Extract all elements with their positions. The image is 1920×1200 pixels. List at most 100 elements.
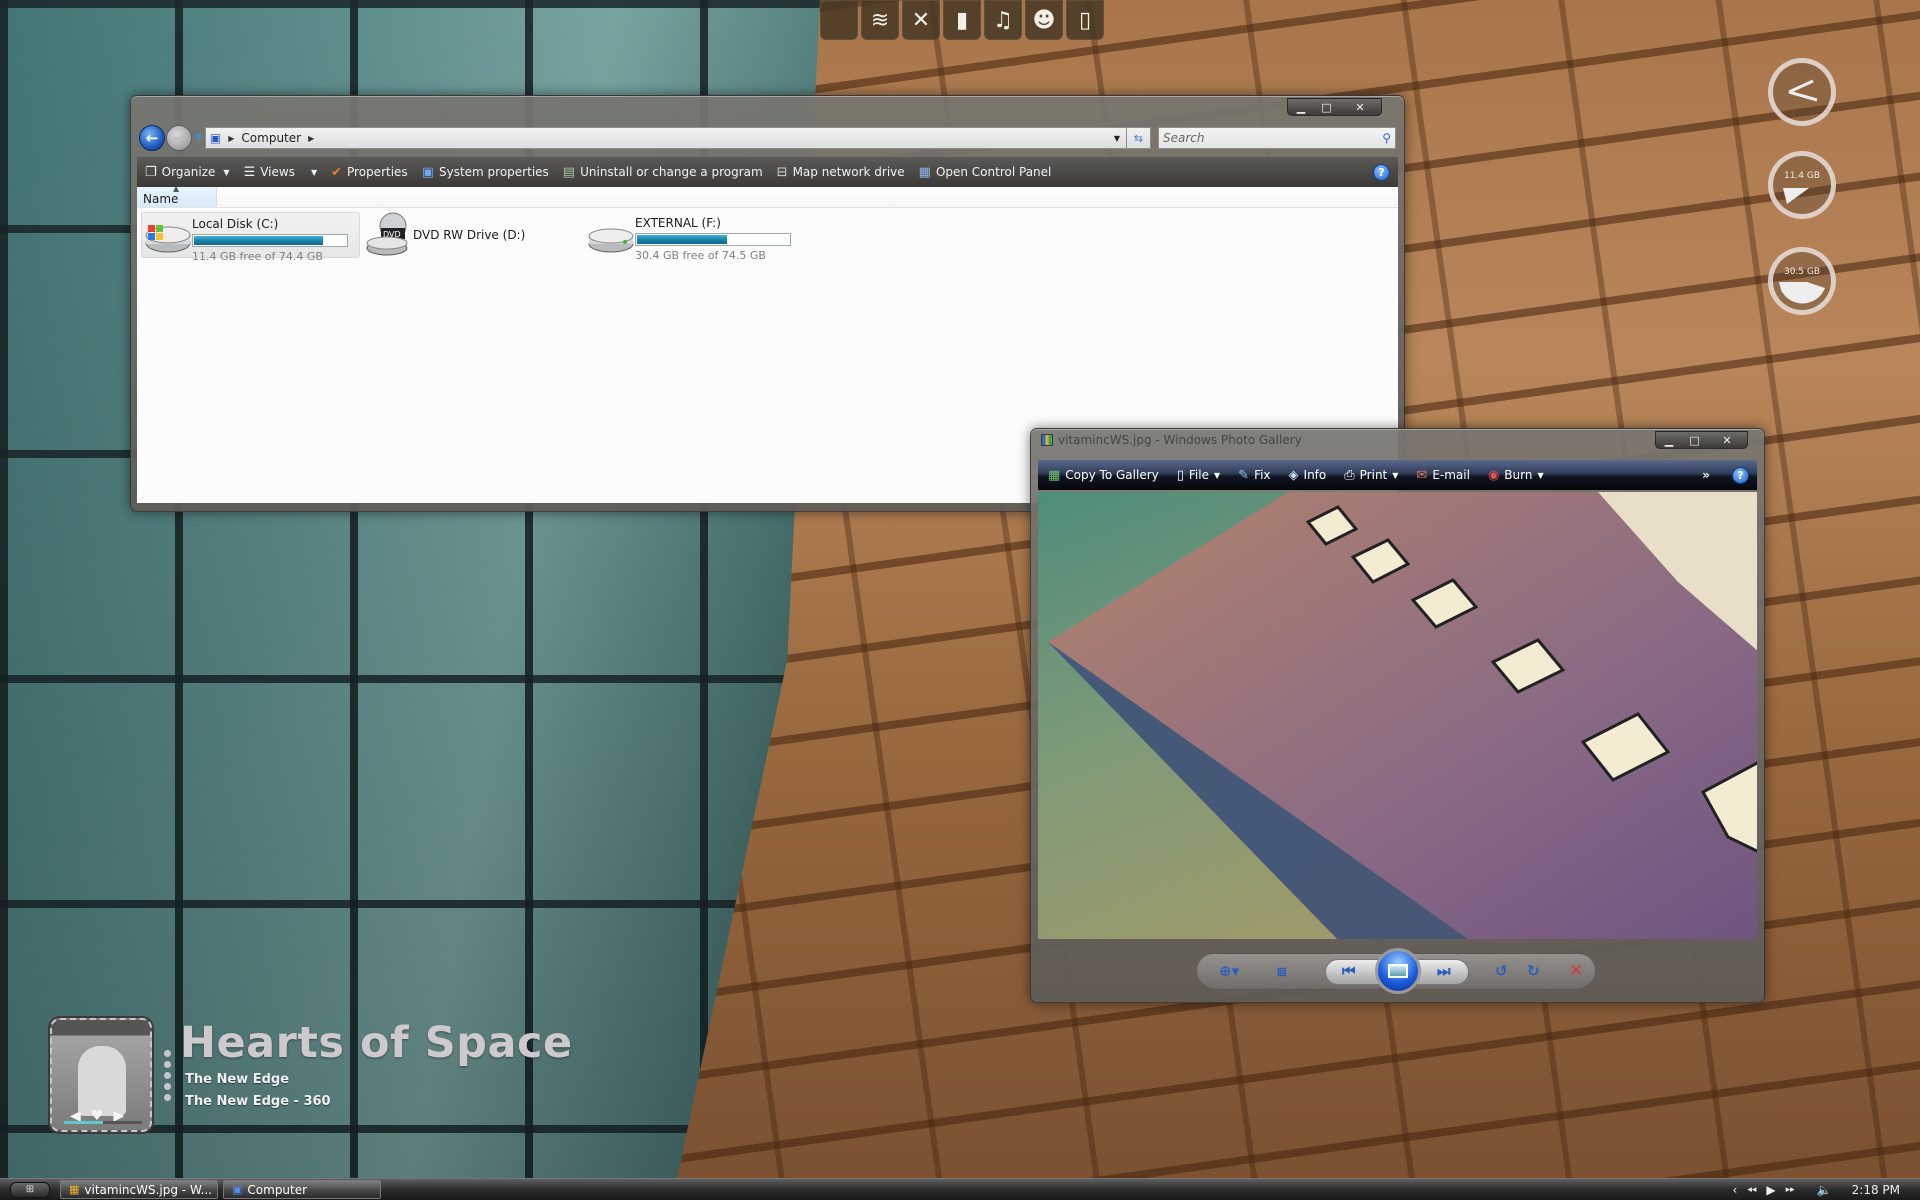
photo-gallery-icon: ▦: [69, 1183, 80, 1196]
map-network-drive-button[interactable]: ⊟ Map network drive: [777, 165, 905, 180]
search-placeholder: Search: [1163, 131, 1205, 145]
properties-button[interactable]: ✔ Properties: [331, 165, 408, 180]
command-bar: ❐ Organize ▼ ☰ Views ▼ ✔ Properties ▣ System p…: [137, 157, 1398, 187]
drive-item-c[interactable]: Local Disk (C:) 11.4 GB free of 74.4 GB: [141, 212, 360, 263]
disk-c-gadget[interactable]: 11.4 GB: [1768, 151, 1836, 219]
address-row: ← → ▼ ▣ ▶ Computer ▶ ▼ ⇆ Search ⚲: [139, 125, 1396, 151]
system-tray: ‹ ◂◂ ▶ ▸▸ 🔈 2:18 PM: [1733, 1183, 1900, 1197]
track-title: Hearts of Space: [180, 1018, 573, 1068]
maximize-button[interactable]: □: [1314, 99, 1339, 115]
chevron-down-icon: ▼: [310, 167, 318, 177]
history-dropdown-icon[interactable]: ▼: [195, 133, 202, 143]
address-dropdown-icon[interactable]: ▼: [1108, 134, 1126, 143]
properties-label: Properties: [347, 165, 408, 179]
drive-item-d[interactable]: DVD DVD RW Drive (D:): [363, 212, 563, 258]
taskbar-button-photo-gallery[interactable]: ▦ vitamincWS.jpg - W...: [60, 1180, 218, 1199]
gallery-window-title: vitamincWS.jpg - Windows Photo Gallery: [1058, 433, 1302, 447]
drive-c-usage-bar: [192, 234, 348, 247]
photo-gallery-window: vitamincWS.jpg - Windows Photo Gallery ▁…: [1030, 428, 1765, 1003]
print-menu-button[interactable]: ⎙ Print ▼: [1344, 468, 1398, 483]
breadcrumb-separator-icon[interactable]: ▶: [228, 134, 234, 143]
drive-f-usage-fill: [637, 235, 727, 244]
dock-tools-icon[interactable]: ✕: [902, 0, 940, 40]
more-commands-button[interactable]: »: [1702, 468, 1710, 482]
breadcrumb-separator-icon[interactable]: ▶: [308, 134, 314, 143]
taskbar-button-computer[interactable]: ▣ Computer: [223, 1180, 381, 1199]
system-properties-button[interactable]: ▣ System properties: [422, 165, 549, 180]
clock[interactable]: 2:18 PM: [1852, 1183, 1900, 1197]
address-bar[interactable]: ▣ ▶ Computer ▶ ▼: [204, 127, 1127, 149]
media-fastforward-icon[interactable]: ▸▸: [1786, 1185, 1795, 1195]
open-control-panel-button[interactable]: ▦ Open Control Panel: [919, 165, 1052, 180]
open-control-panel-label: Open Control Panel: [935, 165, 1052, 179]
info-label: Info: [1303, 468, 1327, 482]
info-button[interactable]: ◈ Info: [1289, 468, 1327, 483]
actual-size-icon[interactable]: ⧈: [1277, 962, 1287, 980]
copy-to-gallery-icon: ▦: [1048, 467, 1061, 483]
info-tag-icon: ◈: [1288, 467, 1299, 483]
drive-item-f[interactable]: EXTERNAL (F:) 30.4 GB free of 74.5 GB: [585, 212, 804, 262]
media-play-icon[interactable]: ▶: [1766, 1183, 1775, 1197]
control-panel-icon: ▦: [918, 164, 931, 180]
chevron-down-icon: ▼: [223, 167, 230, 177]
drive-c-name: Local Disk (C:): [192, 217, 279, 231]
uninstall-program-button[interactable]: ▤ Uninstall or change a program: [563, 165, 763, 180]
album-art[interactable]: ◀♥▶: [50, 1018, 152, 1132]
breadcrumb-computer[interactable]: Computer: [241, 131, 301, 145]
previous-icon[interactable]: ⏮: [1342, 962, 1356, 980]
media-rewind-icon[interactable]: ◂◂: [1747, 1185, 1756, 1195]
organize-icon: ❐: [145, 164, 157, 180]
top-dock: ≋ ✕ ▮ ♫ ☻ ▯: [820, 0, 1104, 42]
delete-icon[interactable]: ✕: [1569, 961, 1583, 981]
volume-icon[interactable]: 🔈: [1817, 1183, 1832, 1197]
photo-gallery-app-icon: [1041, 434, 1053, 446]
back-button[interactable]: ←: [139, 125, 165, 151]
slideshow-icon: [1388, 964, 1408, 978]
fix-button[interactable]: ✎ Fix: [1238, 468, 1270, 483]
drive-d-name: DVD RW Drive (D:): [413, 228, 526, 242]
dock-trash-icon[interactable]: ▮: [943, 0, 981, 40]
dvd-drive-icon: DVD: [363, 212, 413, 256]
email-button[interactable]: ✉ E-mail: [1416, 468, 1470, 483]
zoom-icon[interactable]: ⊕▾: [1219, 962, 1239, 980]
search-icon[interactable]: ⚲: [1382, 131, 1391, 145]
search-input[interactable]: Search ⚲: [1158, 127, 1396, 149]
minimize-button[interactable]: ▁: [1656, 432, 1682, 448]
fix-icon: ✎: [1238, 467, 1250, 483]
close-button[interactable]: ✕: [1707, 432, 1747, 448]
dock-people-icon[interactable]: ☻: [1025, 0, 1063, 40]
file-menu-button[interactable]: ▯ File ▼: [1177, 468, 1220, 483]
refresh-button[interactable]: ⇆: [1127, 127, 1151, 149]
drive-c-usage-fill: [194, 236, 323, 245]
gallery-toolbar: ▦ Copy To Gallery ▯ File ▼ ✎ Fix ◈ Info ⎙ Prin…: [1038, 460, 1757, 490]
next-icon[interactable]: ⏭: [1437, 962, 1451, 980]
minimize-button[interactable]: ▁: [1288, 99, 1314, 115]
clock-gadget[interactable]: [1768, 58, 1836, 126]
dock-apple-icon[interactable]: [820, 0, 858, 40]
help-icon[interactable]: ?: [1373, 163, 1390, 181]
help-icon[interactable]: ?: [1732, 466, 1749, 484]
burn-menu-button[interactable]: ◉ Burn ▼: [1488, 468, 1544, 483]
print-label: Print: [1359, 468, 1388, 482]
maximize-button[interactable]: □: [1682, 432, 1707, 448]
dock-music-icon[interactable]: ♫: [984, 0, 1022, 40]
dock-wifi-icon[interactable]: ≋: [861, 0, 899, 40]
copy-to-gallery-button[interactable]: ▦ Copy To Gallery: [1048, 468, 1159, 483]
track-progress-bar[interactable]: [64, 1121, 142, 1124]
organize-button[interactable]: ❐ Organize ▼: [145, 165, 230, 180]
forward-button[interactable]: →: [166, 125, 192, 151]
start-button[interactable]: ⊞: [10, 1181, 50, 1198]
views-label: Views: [260, 165, 295, 179]
fix-label: Fix: [1254, 468, 1271, 482]
views-button[interactable]: ☰ Views ▼: [244, 165, 318, 180]
dock-calendar-icon[interactable]: ▯: [1066, 0, 1104, 40]
close-button[interactable]: ✕: [1339, 99, 1381, 115]
slideshow-button[interactable]: [1375, 948, 1421, 994]
rotate-clockwise-icon[interactable]: ↻: [1527, 962, 1540, 980]
explorer-caption-buttons: ▁ □ ✕: [1287, 98, 1382, 116]
email-icon: ✉: [1416, 467, 1428, 483]
disk-f-gadget[interactable]: 30.5 GB: [1768, 247, 1836, 315]
tray-collapse-icon[interactable]: ‹: [1733, 1183, 1738, 1197]
rotate-counterclockwise-icon[interactable]: ↺: [1495, 962, 1508, 980]
widget-dots: [164, 1050, 171, 1101]
